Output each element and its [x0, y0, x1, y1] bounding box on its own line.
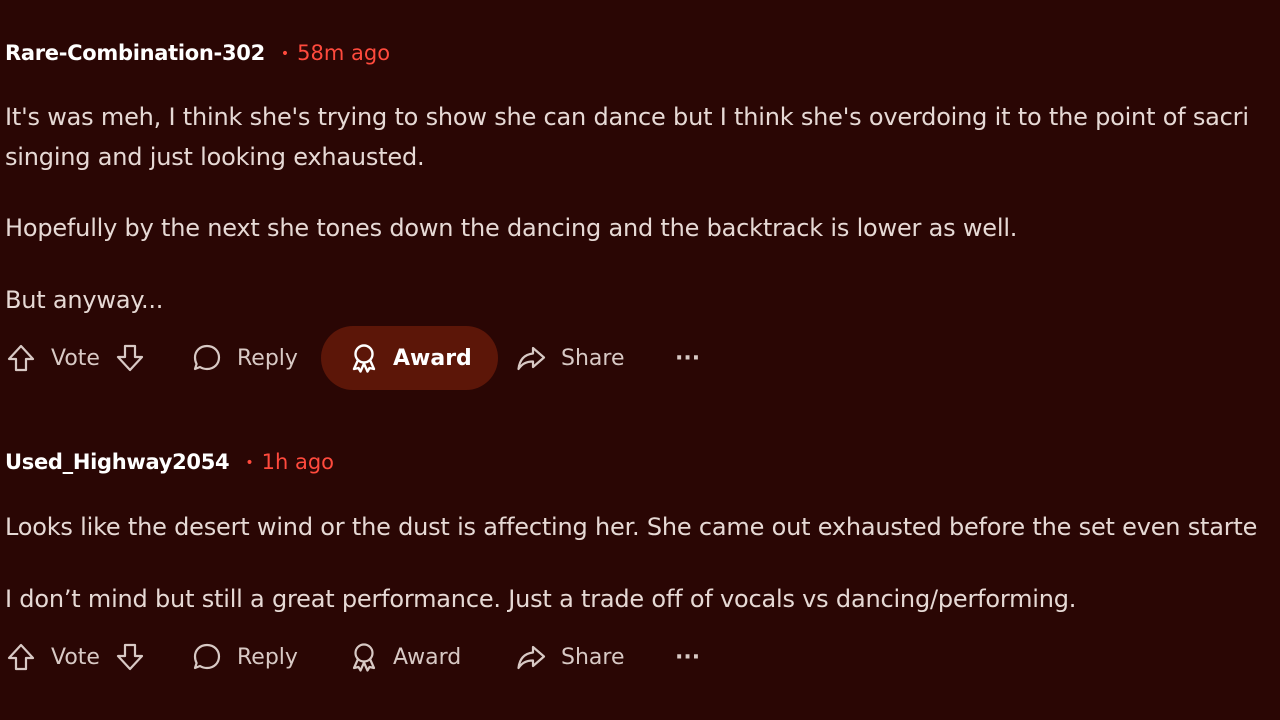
- vote-group: Vote: [5, 326, 146, 390]
- award-label: Award: [393, 345, 472, 371]
- vote-count: Vote: [51, 644, 100, 670]
- award-button[interactable]: Award: [321, 326, 498, 390]
- comment: Used_Highway2054 • 1h ago Looks like the …: [5, 447, 1280, 672]
- comment-author[interactable]: Used_Highway2054: [5, 450, 230, 474]
- comment: Rare-Combination-302 • 58m ago It's was m…: [5, 38, 1280, 390]
- award-icon: [349, 641, 379, 673]
- comment-paragraph: But anyway...: [5, 286, 164, 314]
- downvote-icon[interactable]: [114, 641, 146, 673]
- share-label: Share: [561, 644, 625, 670]
- separator-dot: •: [280, 46, 290, 62]
- award-label: Award: [393, 644, 462, 670]
- comment-time: • 58m ago: [281, 41, 390, 65]
- comment-paragraph: It's was meh, I think she's trying to sh…: [5, 103, 1249, 131]
- comment-bubble-icon: [191, 641, 223, 673]
- upvote-icon[interactable]: [5, 342, 37, 374]
- ellipsis-icon: ···: [675, 644, 701, 670]
- vote-group: Vote: [5, 625, 146, 689]
- comment-timestamp: 1h ago: [261, 450, 335, 474]
- share-icon: [515, 342, 547, 374]
- share-button[interactable]: Share: [515, 625, 625, 689]
- share-label: Share: [561, 345, 625, 371]
- comment-action-bar: Vote Reply Award Share ···: [5, 625, 725, 689]
- comment-meta: Rare-Combination-302 • 58m ago: [5, 38, 1280, 68]
- share-icon: [515, 641, 547, 673]
- reply-button[interactable]: Reply: [191, 625, 298, 689]
- share-button[interactable]: Share: [515, 326, 625, 390]
- reply-label: Reply: [237, 345, 298, 371]
- reply-button[interactable]: Reply: [191, 326, 298, 390]
- comment-paragraph: Hopefully by the next she tones down the…: [5, 214, 1018, 242]
- reply-label: Reply: [237, 644, 298, 670]
- separator-dot: •: [245, 455, 254, 471]
- comment-action-bar: Vote Reply Award Share ···: [5, 326, 725, 390]
- ellipsis-icon: ···: [675, 345, 701, 371]
- award-icon: [349, 342, 379, 374]
- comment-timestamp: 58m ago: [297, 41, 391, 65]
- comment-time: • 1h ago: [245, 450, 334, 474]
- comment-author[interactable]: Rare-Combination-302: [5, 41, 265, 65]
- comment-paragraph: Looks like the desert wind or the dust i…: [5, 513, 1258, 541]
- comment-paragraph: I don’t mind but still a great performan…: [5, 585, 1077, 613]
- more-options-button[interactable]: ···: [675, 326, 700, 390]
- more-options-button[interactable]: ···: [675, 625, 700, 689]
- downvote-icon[interactable]: [114, 342, 146, 374]
- vote-count: Vote: [51, 345, 100, 371]
- comment-bubble-icon: [191, 342, 223, 374]
- comment-paragraph: singing and just looking exhausted.: [5, 143, 425, 171]
- upvote-icon[interactable]: [5, 641, 37, 673]
- comment-meta: Used_Highway2054 • 1h ago: [5, 447, 1280, 477]
- award-button[interactable]: Award: [349, 625, 461, 689]
